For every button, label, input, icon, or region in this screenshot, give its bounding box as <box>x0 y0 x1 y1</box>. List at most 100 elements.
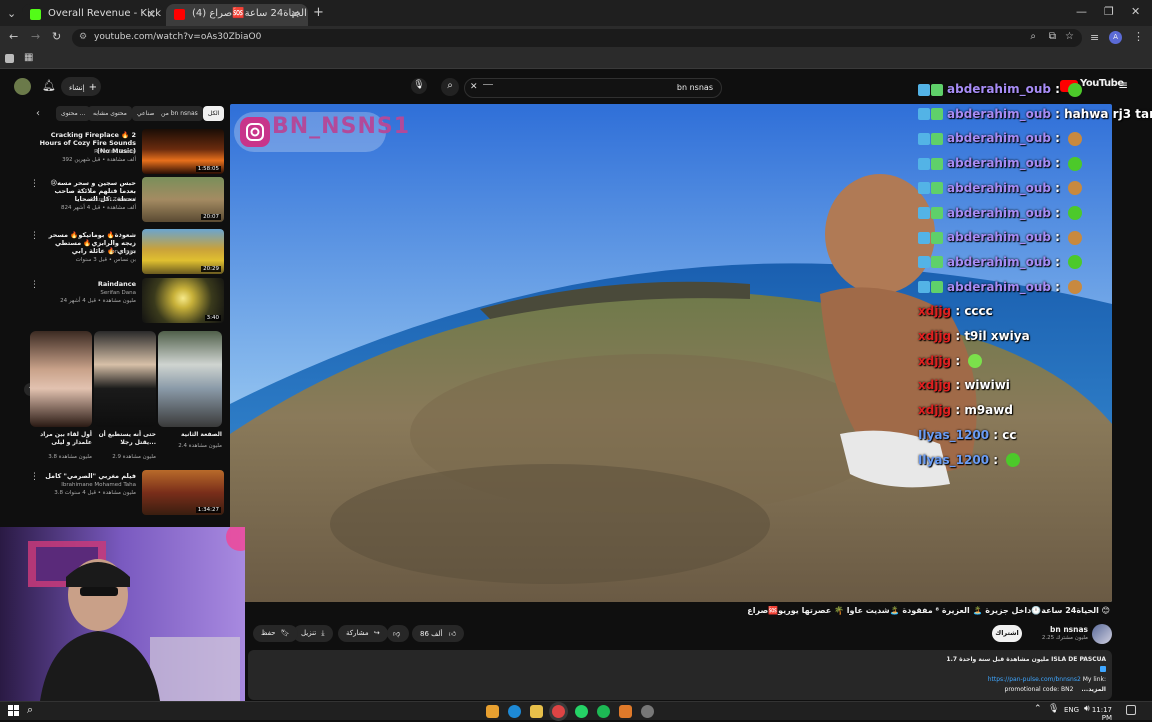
app-icon[interactable] <box>619 705 632 718</box>
chat-separator: : <box>989 427 1003 442</box>
microphone-icon[interactable]: 🎙︎ <box>1048 704 1059 714</box>
video-title[interactable]: فيلم مغربي "الصرمي" كامل <box>36 472 136 480</box>
search-icon[interactable]: ⌕ <box>441 78 459 96</box>
video-thumbnail[interactable]: 3:40 <box>142 278 224 323</box>
dislike-button[interactable]: 👎︎ <box>387 625 409 642</box>
subscriber-badge-icon <box>931 157 943 170</box>
create-button[interactable]: إنشاء + <box>61 77 101 96</box>
create-label: إنشاء <box>69 84 85 92</box>
bookmark-star-icon[interactable]: ☆ <box>1065 31 1074 42</box>
chip-related[interactable]: محتوى ... <box>56 106 91 121</box>
channel-name[interactable]: Serifan Dana <box>36 290 136 297</box>
keyboard-icon[interactable] <box>483 84 493 85</box>
video-thumbnail[interactable]: 1:34:27 <box>142 470 224 515</box>
voice-search-icon[interactable]: 🎙︎ <box>411 78 427 94</box>
description-box[interactable]: 1.7 مليون مشاهدة قبل سنة واحدة ISLA DE P… <box>248 650 1112 700</box>
chat-message: xdjjg : wiwiwi <box>918 378 1010 398</box>
media-control-icon[interactable]: ≡ <box>1090 31 1099 44</box>
like-button[interactable]: 86 ألف 👍︎ <box>412 625 465 642</box>
video-thumbnail[interactable]: 20:29 <box>142 229 224 274</box>
forward-arrow-icon[interactable]: → <box>31 30 40 43</box>
tray-chevron-icon[interactable]: ⌃ <box>1034 704 1042 714</box>
list-item[interactable]: 20:07 ⋮ حبس سجين و سحر مسه😢بعدما قتلهم م… <box>28 177 224 225</box>
reload-icon[interactable]: ↻ <box>52 30 61 43</box>
emote-icon <box>1068 181 1083 196</box>
spotify-icon[interactable] <box>597 705 610 718</box>
install-icon[interactable]: ⧉ <box>1049 31 1056 42</box>
chips-prev-icon[interactable]: ‹ <box>36 108 40 119</box>
site-info-icon[interactable]: ⚙ <box>79 32 87 42</box>
apps-grid-icon[interactable]: ▦ <box>24 52 33 63</box>
zoom-icon[interactable]: ⌕ <box>1030 31 1036 42</box>
notifications-bell-icon[interactable]: 🔔︎ <box>42 79 56 92</box>
list-item[interactable]: 1:34:27 ⋮ فيلم مغربي "الصرمي" كامل Ibrah… <box>28 470 224 518</box>
channel-name[interactable]: bn nsnas <box>1030 625 1088 634</box>
search-input[interactable]: ✕ bn nsnas <box>464 78 722 98</box>
chat-separator: : <box>1050 205 1065 220</box>
channel-name[interactable]: Riverfall Studio <box>36 149 136 156</box>
subscriber-badge-icon <box>931 256 943 269</box>
channel-avatar[interactable] <box>1092 624 1112 644</box>
tab-kick-dashboard[interactable]: Overall Revenue - Kick Dashbo... ✕ <box>22 4 164 26</box>
tab-youtube-video[interactable]: (4) صراع🆘الحياة24 ساعة ✕ <box>166 4 308 26</box>
list-item[interactable]: 3:40 ⋮ Raindance Serifan Dana 24 مليون م… <box>28 278 224 326</box>
short-title[interactable]: أول لقاء بين مراد علمدار و ليلى <box>30 431 92 447</box>
obs-icon[interactable] <box>641 705 654 718</box>
video-meta: 24 مليون مشاهدة • قبل 4 أشهر <box>60 298 136 304</box>
language-indicator[interactable]: ENG <box>1064 706 1079 714</box>
video-thumbnail[interactable]: 1:58:05 <box>142 129 224 174</box>
chat-message: abderahim_oub : <box>918 205 1083 226</box>
short-thumbnail[interactable] <box>158 331 222 427</box>
list-item[interactable]: 20:29 ⋮ شعوذة🔥 بوماتيكو🔥 مسحر زيجه والرا… <box>28 229 224 277</box>
back-arrow-icon[interactable]: ← <box>9 30 18 43</box>
window-close-button[interactable]: ✕ <box>1131 5 1140 18</box>
short-title[interactable]: الصفعة الثانية <box>158 431 222 439</box>
moderator-badge-icon <box>918 182 930 195</box>
url-field[interactable]: ⚙ youtube.com/watch?v=oAs30ZbiaO0 ⌕ ⧉ ☆ <box>72 29 1082 47</box>
short-views: 2.4 مليون مشاهدة <box>178 443 222 449</box>
channel-name[interactable]: Ibrahimane Mohamed Taha <box>36 482 136 489</box>
new-tab-button[interactable]: + <box>313 5 324 20</box>
file-explorer-icon[interactable] <box>530 705 543 718</box>
notifications-icon[interactable] <box>1126 705 1136 715</box>
share-button[interactable]: مشاركة ↪ <box>338 625 388 642</box>
moderator-badge-icon <box>918 83 930 96</box>
download-button[interactable]: تنزيل ⤓ <box>293 625 333 642</box>
close-icon[interactable]: ✕ <box>291 8 300 21</box>
chat-message: abderahim_oub : <box>918 131 1083 151</box>
avatar[interactable] <box>14 78 31 95</box>
minimize-button[interactable]: — <box>1076 5 1087 18</box>
vlc-icon[interactable] <box>486 705 499 718</box>
bookmark-icon[interactable] <box>5 54 14 63</box>
windows-start-icon[interactable] <box>8 705 20 717</box>
channel-name[interactable]: Youssef Zerzouri <box>36 197 136 204</box>
profile-avatar[interactable]: A <box>1109 31 1122 44</box>
edge-icon[interactable] <box>508 705 521 718</box>
chip-all[interactable]: الكل <box>203 106 225 121</box>
list-item[interactable]: 1:58:05 Cracking Fireplace 🔥 2 Hours of … <box>28 129 224 177</box>
chip-from-channel[interactable]: من bn nsnas <box>156 106 203 121</box>
subscribe-button[interactable]: اشتراك <box>992 625 1022 642</box>
search-icon[interactable]: ⌕ <box>27 703 33 717</box>
video-thumbnail[interactable]: 20:07 <box>142 177 224 222</box>
browser-menu-icon[interactable]: ⋮ <box>1133 30 1144 43</box>
clear-search-icon[interactable]: ✕ <box>470 82 478 92</box>
video-title[interactable]: Raindance <box>36 280 136 288</box>
chrome-icon[interactable] <box>552 705 565 718</box>
save-button[interactable]: حفظ 🔖︎ <box>253 625 298 642</box>
channel-name[interactable]: bn nsnas <box>36 249 136 256</box>
short-thumbnail[interactable] <box>30 331 92 427</box>
chip-similar[interactable]: محتوى مشابه <box>88 106 132 121</box>
chat-separator: : <box>951 378 965 393</box>
whatsapp-icon[interactable] <box>575 705 588 718</box>
maximize-button[interactable]: ❐ <box>1104 5 1114 18</box>
short-title[interactable]: حتى أنه يستطيع أن يقتل رجلا... <box>94 431 156 447</box>
short-thumbnail[interactable] <box>94 331 156 427</box>
search-value: bn nsnas <box>676 83 713 92</box>
chat-separator: : <box>951 329 965 343</box>
description-link[interactable]: https://pan-pulse.com/bnnsns2 <box>988 676 1081 683</box>
tab-search-icon[interactable]: ⌄ <box>7 7 16 20</box>
show-more-link[interactable]: ...المزيد <box>1081 686 1106 693</box>
close-icon[interactable]: ✕ <box>147 8 156 21</box>
subscriber-count: 2.25 مليون مشترك <box>1041 635 1088 641</box>
